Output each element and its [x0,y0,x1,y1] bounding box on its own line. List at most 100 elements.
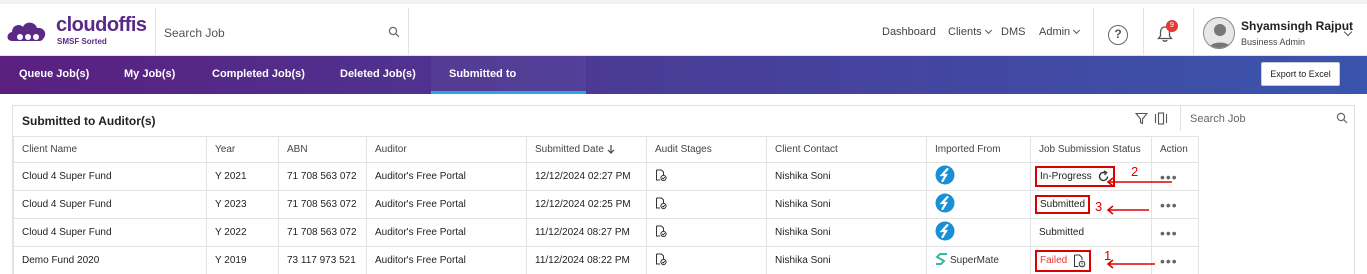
submitted-date-cell: 11/12/2024 08:22 PM [526,246,647,274]
column-header-action: Action [1151,136,1199,163]
user-role: Business Admin [1241,37,1306,47]
tab-my-jobs[interactable]: My Job(s) [106,56,193,94]
nav-dashboard-label: Dashboard [882,26,936,38]
tab-submitted-to-auditors[interactable]: Submitted to Auditor(s) [431,56,586,116]
client-name-cell[interactable]: Cloud 4 Super Fund [13,218,207,247]
header-search-input[interactable] [164,23,374,43]
filter-icon[interactable] [1135,112,1148,125]
audit-stages-icon[interactable] [655,225,667,238]
column-header-abn[interactable]: ABN [278,136,367,163]
column-header-job-submission-status[interactable]: Job Submission Status [1030,136,1152,163]
audit-stages-icon[interactable] [655,253,667,266]
table-row[interactable]: Cloud 4 Super Fund Y 2023 71 708 563 072 Au… [13,190,1199,219]
annotation-label: 2 [1131,164,1139,179]
class-super-logo-icon [935,221,955,241]
client-name-cell[interactable]: Cloud 4 Super Fund [13,162,207,191]
column-header-year[interactable]: Year [206,136,279,163]
year-cell: Y 2019 [206,246,279,274]
table-header-row: Client Name Year ABN Auditor Submitted D… [13,136,1199,163]
supermate-label: SuperMate [950,255,999,266]
tab-deleted-jobs[interactable]: Deleted Job(s) [322,56,434,94]
year-cell: Y 2021 [206,162,279,191]
column-chooser-icon[interactable] [1154,112,1168,125]
submitted-date-cell: 12/12/2024 02:27 PM [526,162,647,191]
abn-cell: 71 708 563 072 [278,190,367,219]
user-avatar-icon [1208,24,1232,48]
nav-dms[interactable]: DMS [1001,26,1025,38]
highlighted-status: Failed [1035,249,1091,272]
auditor-cell: Auditor's Free Portal [366,190,527,219]
export-to-excel-button[interactable]: Export to Excel [1261,62,1340,86]
table-row[interactable]: Cloud 4 Super Fund Y 2021 71 708 563 072 Au… [13,162,1199,191]
nav-dashboard[interactable]: Dashboard [882,26,936,38]
header-divider [408,8,409,59]
column-header-client-contact[interactable]: Client Contact [766,136,927,163]
header-divider [1093,8,1094,59]
panel-search [1180,106,1356,131]
nav-admin[interactable]: Admin [1039,26,1081,38]
notification-count-badge: 9 [1166,20,1178,32]
search-icon[interactable] [1336,112,1348,124]
audit-stages-cell [646,162,767,191]
sort-descending-icon[interactable] [607,144,615,155]
client-name-cell[interactable]: Demo Fund 2020 [13,246,207,274]
search-icon[interactable] [388,26,400,38]
client-name-cell[interactable]: Cloud 4 Super Fund [13,190,207,219]
abn-cell: 71 708 563 072 [278,218,367,247]
help-icon[interactable]: ? [1108,25,1128,45]
audit-stages-icon[interactable] [655,197,667,210]
highlighted-status: Submitted [1035,195,1091,214]
auditor-cell: Auditor's Free Portal [366,246,527,274]
submitted-jobs-table: Client Name Year ABN Auditor Submitted D… [13,136,1199,274]
nav-admin-label: Admin [1039,26,1071,38]
client-contact-cell: Nishika Soni [766,162,927,191]
imported-from-cell: SuperMate [926,246,1031,274]
audit-stages-cell [646,246,767,274]
chevron-down-icon [984,26,992,35]
cloudoffis-logo[interactable]: cloudoffis SMSF Sorted [6,14,156,50]
client-contact-cell: Nishika Soni [766,190,927,219]
year-cell: Y 2023 [206,190,279,219]
submitted-date-label: Submitted Date [535,144,604,155]
column-header-imported-from[interactable]: Imported From [926,136,1031,163]
panel-title: Submitted to Auditor(s) [22,114,156,128]
avatar[interactable] [1203,17,1235,49]
auditor-cell: Auditor's Free Portal [366,218,527,247]
audit-stages-cell [646,218,767,247]
nav-clients[interactable]: Clients [948,26,992,38]
header-divider [1143,8,1144,59]
brand-tagline: SMSF Sorted [57,37,107,46]
year-cell: Y 2022 [206,218,279,247]
abn-cell: 71 708 563 072 [278,162,367,191]
nav-dms-label: DMS [1001,26,1026,38]
table-row[interactable]: Cloud 4 Super Fund Y 2022 71 708 563 072 Au… [13,218,1199,247]
imported-from-cell [926,218,1031,247]
column-header-auditor[interactable]: Auditor [366,136,527,163]
audit-stages-cell [646,190,767,219]
status-label: Submitted [1040,199,1086,210]
header-search [156,8,408,59]
document-error-icon[interactable] [1073,254,1086,268]
top-header: cloudoffis SMSF Sorted Dashboard Clients… [0,0,1367,59]
column-header-submitted-date[interactable]: Submitted Date [526,136,647,163]
tab-queue-jobs[interactable]: Queue Job(s) [1,56,107,94]
status-label: Submitted [1039,227,1085,238]
class-super-logo-icon [935,193,955,213]
table-row[interactable]: Demo Fund 2020 Y 2019 73 117 973 521 Audito… [13,246,1199,274]
column-header-audit-stages[interactable]: Audit Stages [646,136,767,163]
nav-clients-label: Clients [948,26,982,38]
column-header-client-name[interactable]: Client Name [13,136,207,163]
client-contact-cell: Nishika Soni [766,218,927,247]
job-tabs: Queue Job(s) My Job(s) Completed Job(s) … [0,56,1367,116]
audit-stages-icon[interactable] [655,169,667,182]
supermate-logo-icon [935,253,947,265]
job-search-input[interactable] [1190,111,1330,126]
brand-name: cloudoffis [56,14,147,36]
user-name[interactable]: Shyamsingh Rajput [1241,19,1353,33]
chevron-down-icon [1073,26,1081,35]
status-label: In-Progress [1040,171,1092,182]
abn-cell: 73 117 973 521 [278,246,367,274]
cloud-logo-icon [7,22,46,41]
class-super-logo-icon [935,165,955,185]
tab-completed-jobs[interactable]: Completed Job(s) [194,56,323,94]
